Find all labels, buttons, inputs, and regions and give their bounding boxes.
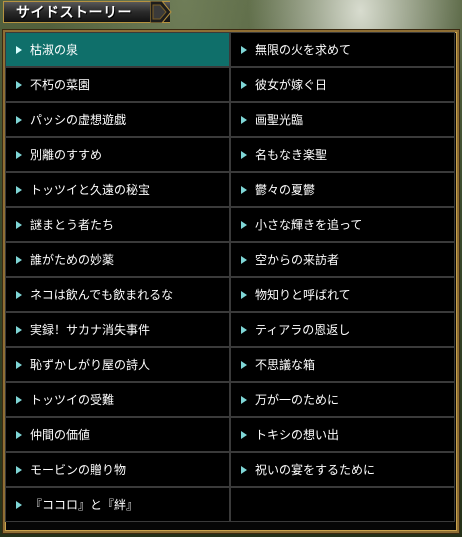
- triangle-right-icon: [16, 185, 22, 194]
- story-label: 謎まとう者たち: [30, 218, 115, 232]
- story-label: ネコは飲んでも飲まれるな: [30, 288, 174, 302]
- story-label: 鬱々の夏鬱: [255, 183, 316, 197]
- section-header: サイドストーリー: [3, 1, 170, 23]
- section-title: サイドストーリー: [16, 5, 132, 21]
- triangle-right-icon: [241, 185, 247, 194]
- story-item[interactable]: 彼女が嫁ぐ日: [230, 67, 455, 102]
- triangle-right-icon: [16, 395, 22, 404]
- triangle-right-icon: [16, 465, 22, 474]
- triangle-right-icon: [16, 115, 22, 124]
- story-item[interactable]: 実録！サカナ消失事件: [5, 312, 230, 347]
- triangle-right-icon: [241, 360, 247, 369]
- story-label: 実録！サカナ消失事件: [30, 323, 151, 337]
- story-item[interactable]: トキシの想い出: [230, 417, 455, 452]
- triangle-right-icon: [16, 500, 22, 509]
- story-label: 誰がための妙薬: [30, 253, 115, 267]
- triangle-right-icon: [16, 360, 22, 369]
- story-label: モービンの贈り物: [30, 463, 127, 477]
- story-item[interactable]: 恥ずかしがり屋の詩人: [5, 347, 230, 382]
- triangle-right-icon: [241, 115, 247, 124]
- header-ornament-icon: [150, 1, 172, 23]
- story-item[interactable]: 謎まとう者たち: [5, 207, 230, 242]
- story-label: 枯淑の泉: [30, 43, 79, 57]
- triangle-right-icon: [241, 80, 247, 89]
- story-item[interactable]: 誰がための妙薬: [5, 242, 230, 277]
- triangle-right-icon: [241, 45, 247, 54]
- story-item[interactable]: 鬱々の夏鬱: [230, 172, 455, 207]
- triangle-right-icon: [241, 430, 247, 439]
- empty-cell: [230, 487, 455, 522]
- triangle-right-icon: [16, 45, 22, 54]
- story-label: トキシの想い出: [255, 428, 340, 442]
- story-item[interactable]: 別離のすすめ: [5, 137, 230, 172]
- triangle-right-icon: [241, 395, 247, 404]
- story-label: トッツイと久遠の秘宝: [30, 183, 151, 197]
- story-item[interactable]: 画聖光臨: [230, 102, 455, 137]
- story-label: ティアラの恩返し: [255, 323, 351, 337]
- story-item[interactable]: 名もなき楽聖: [230, 137, 455, 172]
- story-item[interactable]: 物知りと呼ばれて: [230, 277, 455, 312]
- triangle-right-icon: [16, 325, 22, 334]
- story-item[interactable]: パッシの虚想遊戯: [5, 102, 230, 137]
- triangle-right-icon: [241, 220, 247, 229]
- story-label: 空からの来訪者: [255, 253, 340, 267]
- story-item[interactable]: トッツイの受難: [5, 382, 230, 417]
- story-item[interactable]: モービンの贈り物: [5, 452, 230, 487]
- story-label: 万が一のために: [255, 393, 340, 407]
- story-label: 無限の火を求めて: [255, 43, 352, 57]
- triangle-right-icon: [241, 150, 247, 159]
- story-item[interactable]: ティアラの恩返し: [230, 312, 455, 347]
- story-item[interactable]: 不朽の菜園: [5, 67, 230, 102]
- story-label: トッツイの受難: [30, 393, 115, 407]
- story-item[interactable]: 空からの来訪者: [230, 242, 455, 277]
- story-item[interactable]: トッツイと久遠の秘宝: [5, 172, 230, 207]
- story-label: 祝いの宴をするために: [255, 463, 376, 477]
- story-label: 不思議な箱: [255, 358, 316, 372]
- story-label: 仲間の価値: [30, 428, 91, 442]
- story-item[interactable]: 無限の火を求めて: [230, 32, 455, 67]
- triangle-right-icon: [241, 325, 247, 334]
- story-label: 名もなき楽聖: [255, 148, 328, 162]
- story-item[interactable]: 万が一のために: [230, 382, 455, 417]
- story-item[interactable]: 祝いの宴をするために: [230, 452, 455, 487]
- triangle-right-icon: [16, 150, 22, 159]
- story-label: 恥ずかしがり屋の詩人: [30, 358, 151, 372]
- triangle-right-icon: [16, 255, 22, 264]
- triangle-right-icon: [241, 290, 247, 299]
- story-label: 彼女が嫁ぐ日: [255, 78, 328, 92]
- story-label: 不朽の菜園: [30, 78, 91, 92]
- story-item[interactable]: 『ココロ』と『絆』: [5, 487, 230, 522]
- story-label: 別離のすすめ: [30, 148, 103, 162]
- story-grid: 枯淑の泉 無限の火を求めて 不朽の菜園 彼女が嫁ぐ日 パッシの虚想遊戯 画聖光臨…: [5, 32, 455, 522]
- story-label: 小さな輝きを追って: [255, 218, 363, 232]
- triangle-right-icon: [16, 80, 22, 89]
- triangle-right-icon: [241, 255, 247, 264]
- triangle-right-icon: [16, 220, 22, 229]
- story-label: 物知りと呼ばれて: [255, 288, 351, 302]
- triangle-right-icon: [241, 465, 247, 474]
- story-label: パッシの虚想遊戯: [30, 113, 127, 127]
- story-item[interactable]: 仲間の価値: [5, 417, 230, 452]
- story-item[interactable]: 小さな輝きを追って: [230, 207, 455, 242]
- triangle-right-icon: [16, 290, 22, 299]
- story-label: 画聖光臨: [255, 113, 304, 127]
- story-label: 『ココロ』と『絆』: [30, 498, 139, 512]
- story-item[interactable]: ネコは飲んでも飲まれるな: [5, 277, 230, 312]
- story-item[interactable]: 不思議な箱: [230, 347, 455, 382]
- story-item[interactable]: 枯淑の泉: [5, 32, 230, 67]
- triangle-right-icon: [16, 430, 22, 439]
